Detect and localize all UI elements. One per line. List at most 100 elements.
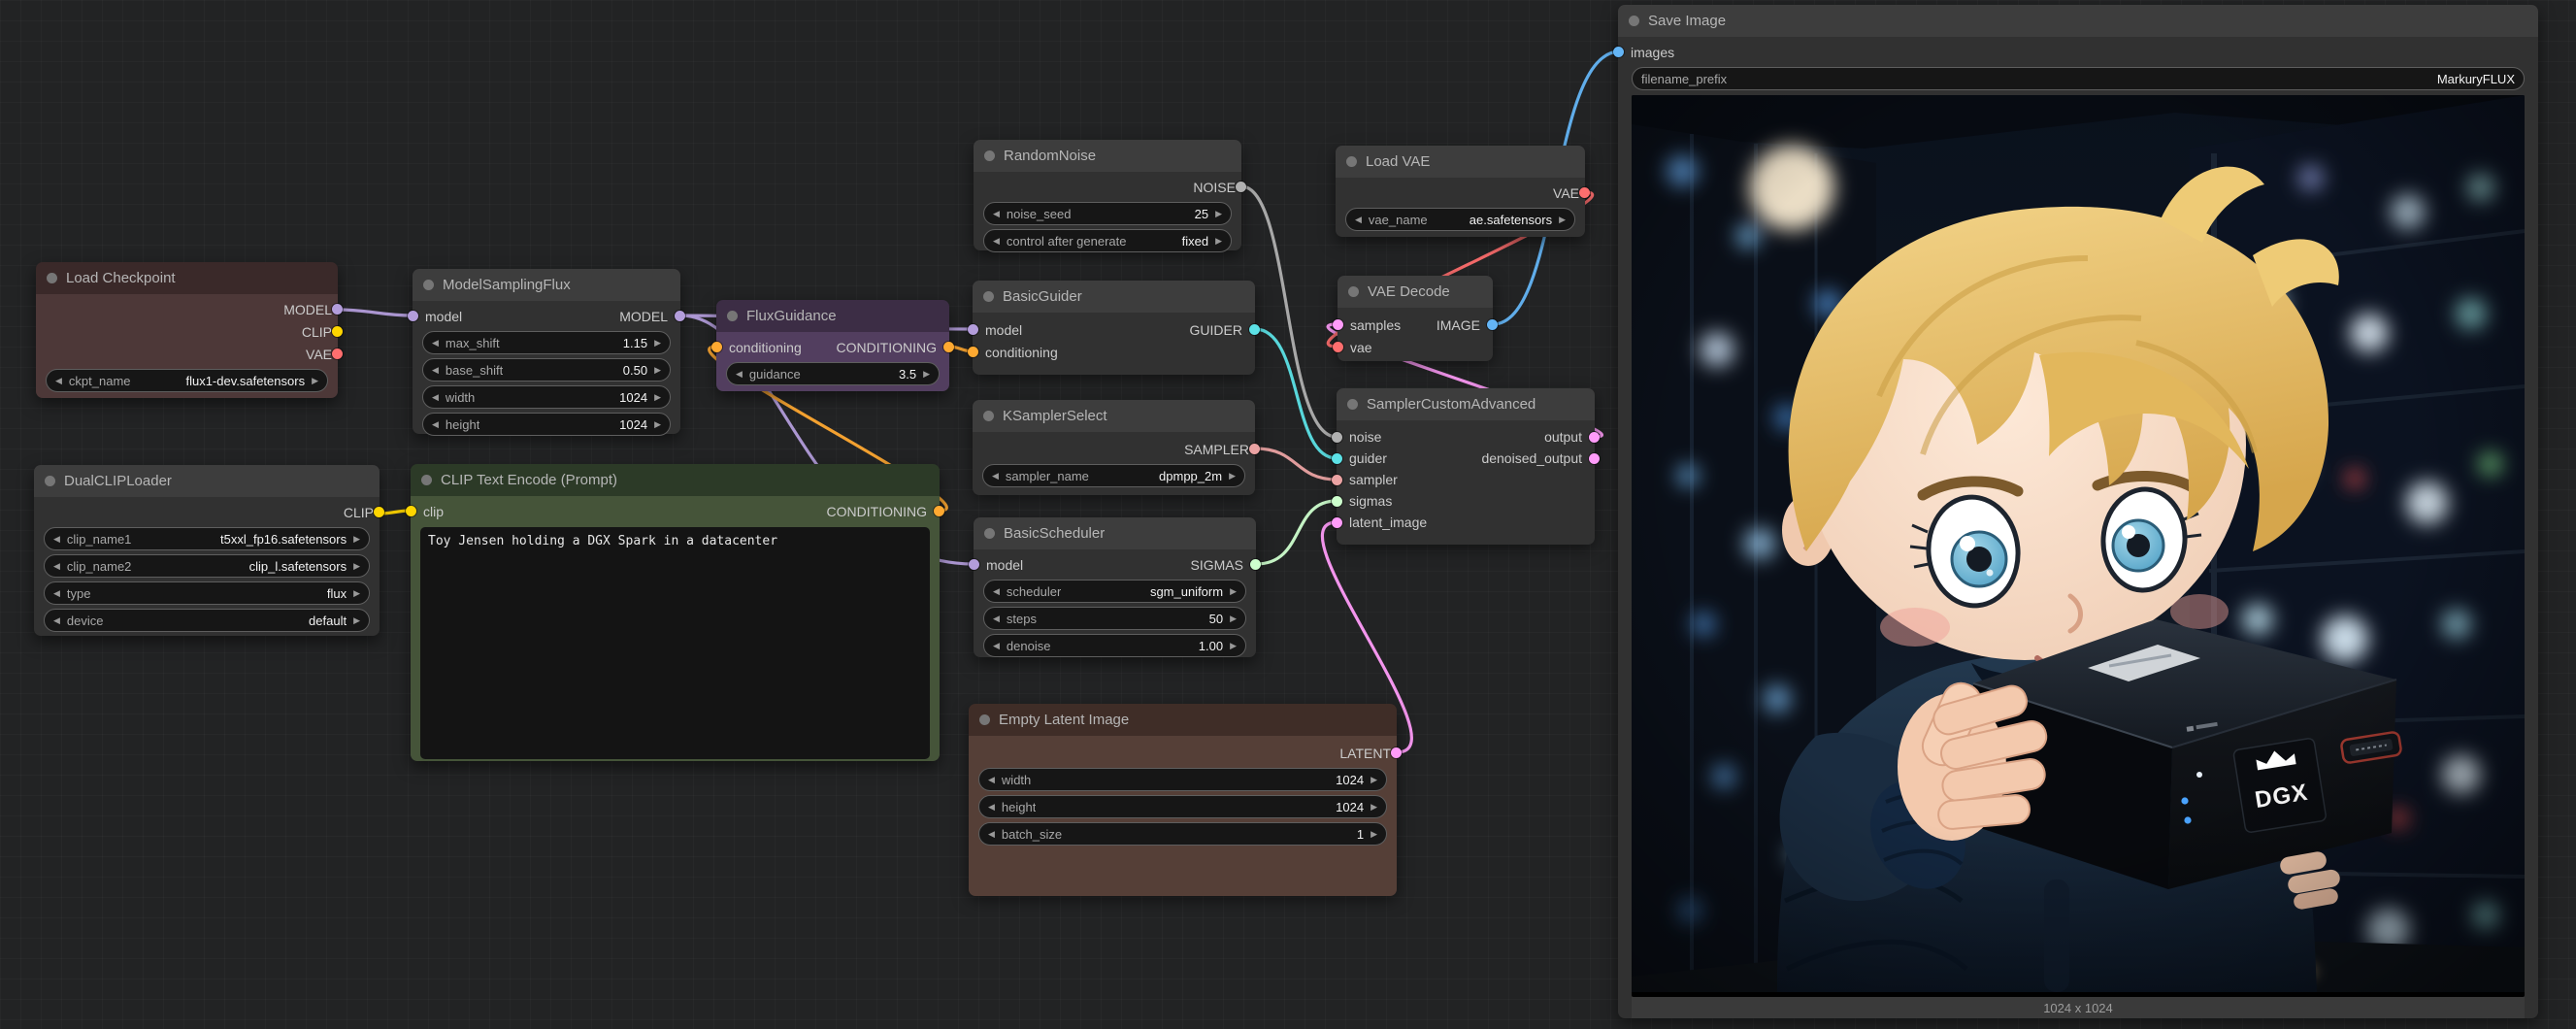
- node-header[interactable]: Load VAE: [1336, 146, 1585, 178]
- collapse-dot[interactable]: [983, 291, 994, 302]
- arrow-right-icon[interactable]: ▶: [1230, 614, 1237, 624]
- arrow-right-icon[interactable]: ▶: [312, 376, 318, 386]
- arrow-left-icon[interactable]: ◀: [736, 369, 743, 380]
- node-clip-text-encode[interactable]: CLIP Text Encode (Prompt) clipCONDITIONI…: [411, 464, 940, 761]
- output-port-conditioning[interactable]: [943, 342, 954, 352]
- output-port-vae[interactable]: [1579, 187, 1590, 198]
- arrow-right-icon[interactable]: ▶: [654, 392, 661, 403]
- node-header[interactable]: BasicGuider: [973, 281, 1255, 313]
- collapse-dot[interactable]: [984, 150, 995, 161]
- node-sampler-custom-advanced[interactable]: SamplerCustomAdvanced noiseoutput guider…: [1337, 388, 1595, 543]
- arrow-left-icon[interactable]: ◀: [993, 586, 1000, 597]
- widget-noise-seed[interactable]: ◀noise_seed25▶: [983, 202, 1232, 225]
- output-port-vae[interactable]: [332, 349, 343, 359]
- widget-clip-name2[interactable]: ◀clip_name2clip_l.safetensors▶: [44, 554, 370, 578]
- arrow-left-icon[interactable]: ◀: [993, 614, 1000, 624]
- output-port-denoised-output[interactable]: [1589, 453, 1600, 464]
- widget-clip-name1[interactable]: ◀clip_name1t5xxl_fp16.safetensors▶: [44, 527, 370, 550]
- arrow-right-icon[interactable]: ▶: [1215, 236, 1222, 247]
- output-port-sigmas[interactable]: [1250, 559, 1261, 570]
- collapse-dot[interactable]: [979, 714, 990, 725]
- widget-control-after-generate[interactable]: ◀control after generatefixed▶: [983, 229, 1232, 252]
- output-port-noise[interactable]: [1236, 182, 1246, 192]
- widget-type[interactable]: ◀typeflux▶: [44, 581, 370, 605]
- arrow-left-icon[interactable]: ◀: [53, 561, 60, 572]
- node-load-vae[interactable]: Load VAE VAE ◀vae_nameae.safetensors▶: [1336, 146, 1585, 237]
- collapse-dot[interactable]: [1346, 156, 1357, 167]
- widget-height[interactable]: ◀height1024▶: [978, 795, 1387, 818]
- input-port-sampler[interactable]: [1332, 475, 1342, 485]
- arrow-left-icon[interactable]: ◀: [432, 338, 439, 349]
- widget-filename-prefix[interactable]: filename_prefixMarkuryFLUX: [1632, 67, 2525, 90]
- arrow-left-icon[interactable]: ◀: [432, 392, 439, 403]
- arrow-left-icon[interactable]: ◀: [993, 236, 1000, 247]
- arrow-left-icon[interactable]: ◀: [992, 471, 999, 481]
- input-port-model[interactable]: [969, 559, 979, 570]
- node-empty-latent-image[interactable]: Empty Latent Image LATENT ◀width1024▶ ◀h…: [969, 704, 1397, 894]
- arrow-left-icon[interactable]: ◀: [53, 534, 60, 545]
- node-header[interactable]: DualCLIPLoader: [34, 465, 380, 497]
- node-graph-canvas[interactable]: Load Checkpoint MODEL CLIP VAE ◀ckpt_nam…: [0, 0, 2576, 1029]
- arrow-right-icon[interactable]: ▶: [654, 338, 661, 349]
- collapse-dot[interactable]: [423, 280, 434, 290]
- arrow-right-icon[interactable]: ▶: [1371, 775, 1377, 785]
- input-port-latent-image[interactable]: [1332, 517, 1342, 528]
- node-dual-clip-loader[interactable]: DualCLIPLoader CLIP ◀clip_name1t5xxl_fp1…: [34, 465, 380, 636]
- arrow-right-icon[interactable]: ▶: [1230, 586, 1237, 597]
- arrow-left-icon[interactable]: ◀: [432, 419, 439, 430]
- widget-steps[interactable]: ◀steps50▶: [983, 607, 1246, 630]
- collapse-dot[interactable]: [1629, 16, 1639, 26]
- arrow-right-icon[interactable]: ▶: [1230, 641, 1237, 651]
- widget-ckpt-name[interactable]: ◀ckpt_nameflux1-dev.safetensors▶: [46, 369, 328, 392]
- node-header[interactable]: CLIP Text Encode (Prompt): [411, 464, 940, 496]
- node-header[interactable]: SamplerCustomAdvanced: [1337, 388, 1595, 420]
- input-port-sigmas[interactable]: [1332, 496, 1342, 507]
- output-port-output[interactable]: [1589, 432, 1600, 443]
- node-header[interactable]: Load Checkpoint: [36, 262, 338, 294]
- arrow-right-icon[interactable]: ▶: [923, 369, 930, 380]
- widget-max-shift[interactable]: ◀max_shift1.15▶: [422, 331, 671, 354]
- arrow-left-icon[interactable]: ◀: [993, 641, 1000, 651]
- arrow-right-icon[interactable]: ▶: [1229, 471, 1236, 481]
- input-port-conditioning[interactable]: [968, 347, 978, 357]
- input-port-guider[interactable]: [1332, 453, 1342, 464]
- arrow-right-icon[interactable]: ▶: [353, 588, 360, 599]
- widget-base-shift[interactable]: ◀base_shift0.50▶: [422, 358, 671, 382]
- widget-scheduler[interactable]: ◀schedulersgm_uniform▶: [983, 580, 1246, 603]
- arrow-left-icon[interactable]: ◀: [1355, 215, 1362, 225]
- widget-sampler-name[interactable]: ◀sampler_namedpmpp_2m▶: [982, 464, 1245, 487]
- node-header[interactable]: RandomNoise: [974, 140, 1241, 172]
- arrow-left-icon[interactable]: ◀: [55, 376, 62, 386]
- collapse-dot[interactable]: [45, 476, 55, 486]
- arrow-right-icon[interactable]: ▶: [654, 365, 661, 376]
- widget-height[interactable]: ◀height1024▶: [422, 413, 671, 436]
- arrow-right-icon[interactable]: ▶: [353, 534, 360, 545]
- node-model-sampling-flux[interactable]: ModelSamplingFlux modelMODEL ◀max_shift1…: [413, 269, 680, 434]
- node-save-image[interactable]: Save Image images filename_prefixMarkury…: [1618, 5, 2538, 1018]
- widget-width[interactable]: ◀width1024▶: [978, 768, 1387, 791]
- widget-vae-name[interactable]: ◀vae_nameae.safetensors▶: [1345, 208, 1575, 231]
- arrow-right-icon[interactable]: ▶: [1559, 215, 1566, 225]
- collapse-dot[interactable]: [727, 311, 738, 321]
- arrow-left-icon[interactable]: ◀: [53, 615, 60, 626]
- output-port-model[interactable]: [675, 311, 685, 321]
- arrow-right-icon[interactable]: ▶: [353, 615, 360, 626]
- node-header[interactable]: BasicScheduler: [974, 517, 1256, 549]
- node-header[interactable]: ModelSamplingFlux: [413, 269, 680, 301]
- arrow-right-icon[interactable]: ▶: [353, 561, 360, 572]
- output-port-clip[interactable]: [332, 326, 343, 337]
- node-vae-decode[interactable]: VAE Decode samplesIMAGE vae: [1338, 276, 1493, 359]
- arrow-left-icon[interactable]: ◀: [993, 209, 1000, 219]
- node-header[interactable]: FluxGuidance: [716, 300, 949, 332]
- input-port-model[interactable]: [408, 311, 418, 321]
- input-port-vae[interactable]: [1333, 342, 1343, 352]
- arrow-right-icon[interactable]: ▶: [654, 419, 661, 430]
- collapse-dot[interactable]: [421, 475, 432, 485]
- widget-denoise[interactable]: ◀denoise1.00▶: [983, 634, 1246, 657]
- collapse-dot[interactable]: [984, 528, 995, 539]
- node-basic-scheduler[interactable]: BasicScheduler modelSIGMAS ◀schedulersgm…: [974, 517, 1256, 657]
- input-port-conditioning[interactable]: [711, 342, 722, 352]
- output-port-latent[interactable]: [1391, 747, 1402, 758]
- output-port-conditioning[interactable]: [934, 506, 944, 516]
- arrow-right-icon[interactable]: ▶: [1371, 802, 1377, 813]
